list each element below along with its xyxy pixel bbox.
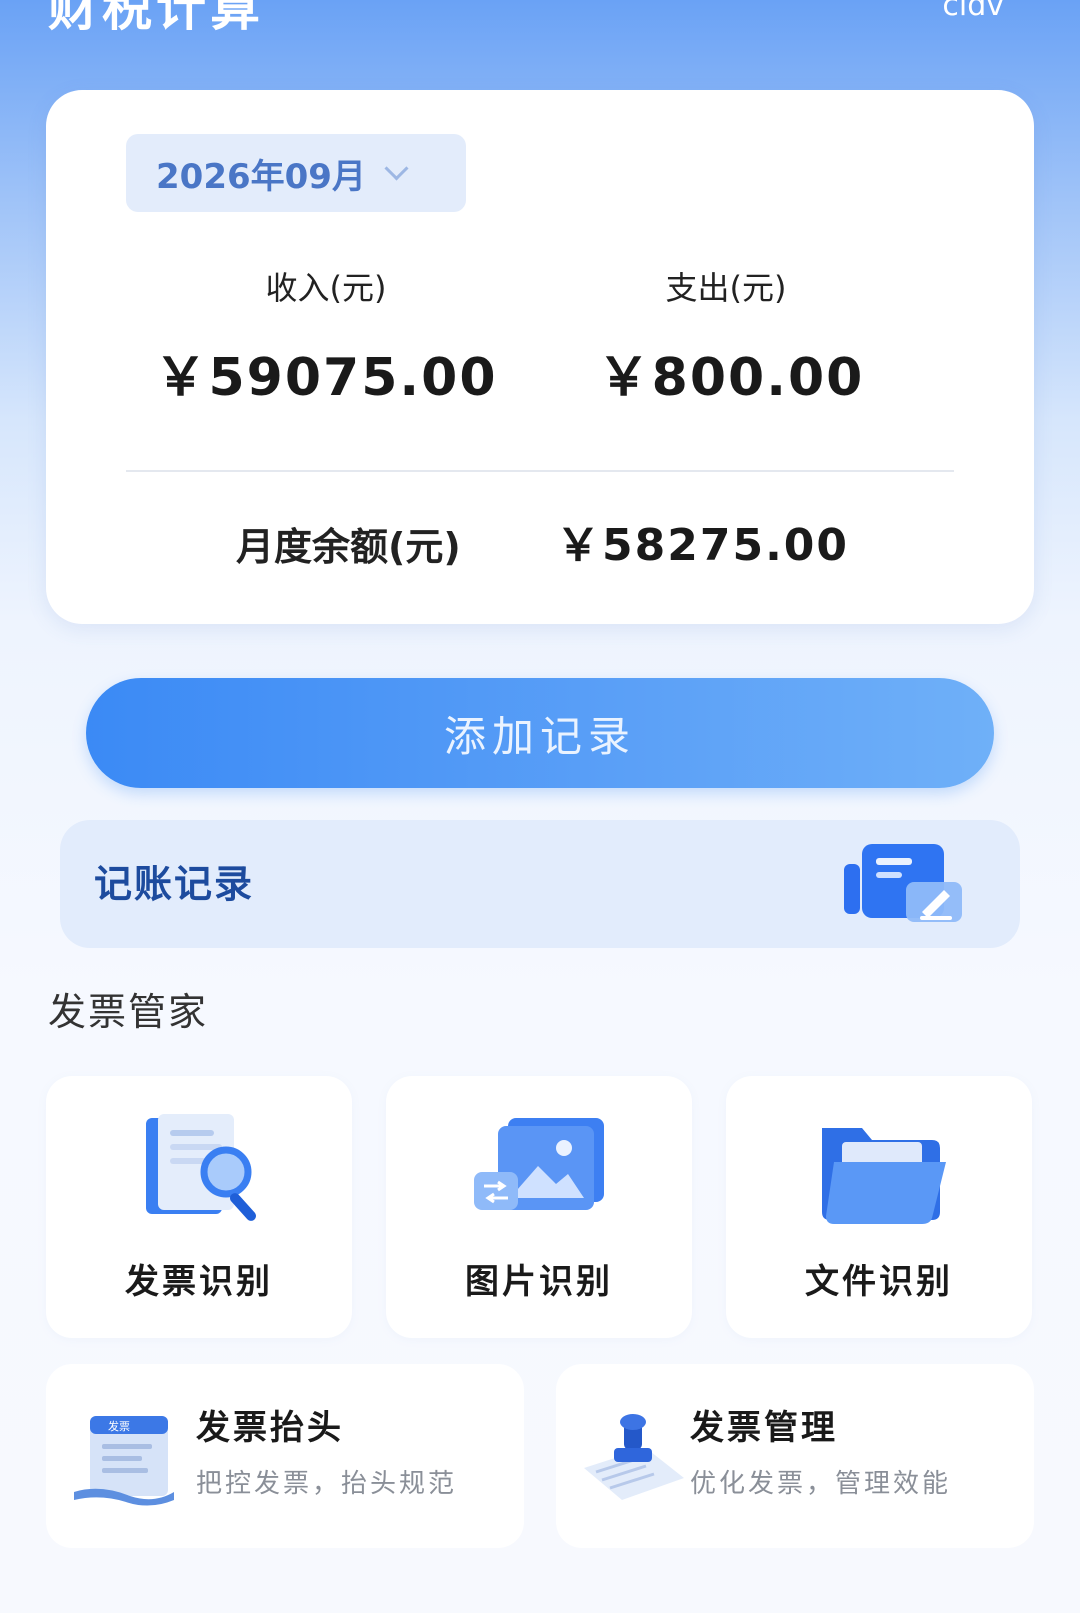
add-record-label: 添加记录 — [443, 711, 636, 761]
image-recognition-icon — [474, 1118, 604, 1210]
wide-card-title: 发票管理 — [690, 1408, 838, 1448]
invoice-scroll-icon: 发票 — [74, 1416, 174, 1506]
wide-card-subtitle: 优化发票，管理效能 — [690, 1469, 952, 1499]
tile-label: 文件识别 — [805, 1262, 953, 1302]
folder-icon — [822, 1128, 946, 1224]
income-label: 收入(元) — [265, 269, 387, 307]
tile-invoice-recognition[interactable]: 发票识别 — [46, 1076, 352, 1338]
records-entry[interactable]: 记账记录 — [60, 820, 1020, 948]
tile-label: 发票识别 — [125, 1262, 273, 1302]
divider — [126, 470, 954, 472]
tile-label: 图片识别 — [465, 1262, 613, 1302]
expense-label: 支出(元) — [665, 269, 787, 307]
invoice-manage-card[interactable]: 发票管理 优化发票，管理效能 — [556, 1364, 1034, 1548]
svg-text:发票: 发票 — [108, 1419, 130, 1433]
wide-card-subtitle: 把控发票，抬头规范 — [196, 1469, 458, 1499]
balance-label: 月度余额(元) — [236, 525, 461, 569]
records-document-icon — [844, 844, 962, 922]
app-title: 财税计算 — [48, 0, 264, 37]
balance-value: ￥58275.00 — [556, 520, 850, 571]
invoice-search-icon — [146, 1114, 257, 1221]
expense-value: ￥800.00 — [597, 348, 865, 408]
month-value: 2026年09月 — [156, 156, 366, 197]
header-corner-text: cidv — [942, 0, 1004, 23]
month-selector[interactable]: 2026年09月 — [126, 134, 466, 212]
invoice-title-card[interactable]: 发票 发票抬头 把控发票，抬头规范 — [46, 1364, 524, 1548]
wide-card-title: 发票抬头 — [196, 1408, 344, 1448]
chevron-down-icon — [384, 155, 409, 181]
records-label: 记账记录 — [94, 862, 255, 906]
income-value: ￥59075.00 — [154, 348, 498, 408]
tile-image-recognition[interactable]: 图片识别 — [386, 1076, 692, 1338]
tile-file-recognition[interactable]: 文件识别 — [726, 1076, 1032, 1338]
stamp-icon — [584, 1414, 684, 1500]
add-record-button[interactable]: 添加记录 — [86, 678, 994, 788]
summary-card: 2026年09月 收入(元) 支出(元) ￥59075.00 ￥800.00 月… — [46, 90, 1034, 624]
invoice-section-title: 发票管家 — [48, 990, 209, 1034]
